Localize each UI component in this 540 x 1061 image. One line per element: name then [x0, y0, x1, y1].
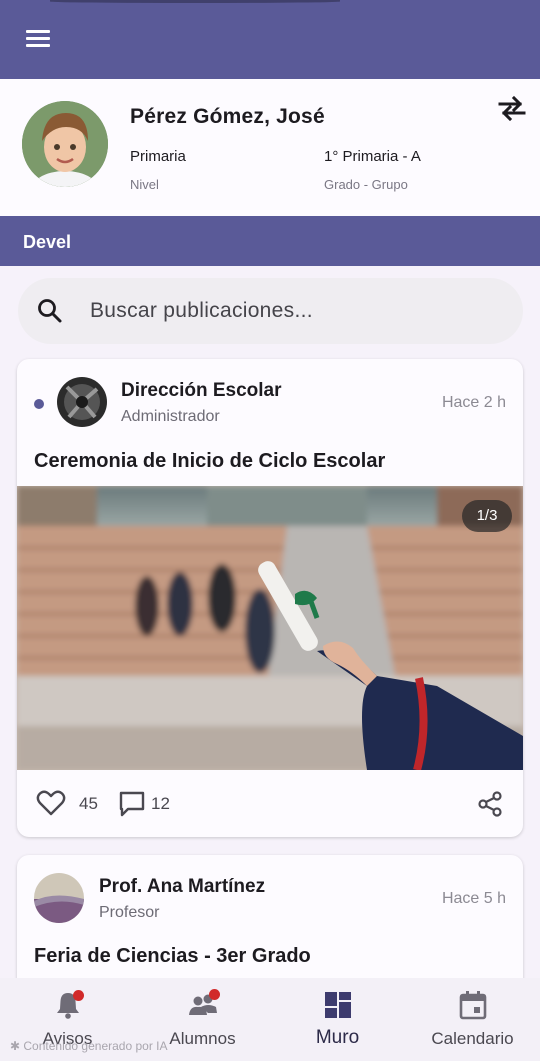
app-bar: [0, 0, 540, 79]
calendar-icon: [459, 991, 486, 1020]
comment-icon[interactable]: [118, 790, 146, 818]
share-icon[interactable]: [477, 791, 503, 817]
post-author: Dirección Escolar: [121, 380, 282, 401]
search-placeholder: Buscar publicaciones...: [90, 299, 313, 322]
like-count: 45: [79, 794, 98, 813]
image-counter: 1/3: [462, 500, 512, 532]
section-bar: Devel: [0, 216, 540, 266]
unread-indicator: [34, 399, 44, 409]
post-time: Hace 2 h: [441, 394, 506, 411]
dashboard-icon: [324, 992, 351, 1018]
author-avatar: [34, 873, 84, 923]
level-label: Nivel: [130, 177, 159, 192]
post-author-role: Administrador: [121, 408, 220, 425]
comment-count: 12: [151, 794, 170, 813]
search-input[interactable]: Buscar publicaciones...: [18, 278, 523, 344]
student-header: Pérez Gómez, José Primaria 1° Primaria -…: [0, 79, 540, 216]
post-author: Prof. Ana Martínez: [99, 876, 266, 897]
student-name: Pérez Gómez, José: [130, 105, 325, 128]
group-value: 1° Primaria - A: [324, 148, 421, 165]
like-icon[interactable]: [36, 789, 66, 817]
post-title: Feria de Ciencias - 3er Grado: [34, 945, 311, 967]
post-image[interactable]: 1/3: [17, 486, 523, 770]
status-decoration: [50, 0, 340, 3]
ai-generated-note: ✱ Contenido generado por IA: [10, 1039, 168, 1053]
nav-label: Muro: [315, 1027, 360, 1048]
section-label: Devel: [23, 232, 72, 252]
author-avatar: [57, 377, 107, 427]
nav-label: Calendario: [431, 1029, 514, 1048]
post-actions: 45 12: [17, 770, 523, 837]
group-label: Grado - Grupo: [324, 177, 408, 192]
student-avatar: [22, 101, 108, 187]
post-time: Hace 5 h: [441, 890, 506, 907]
post-card[interactable]: Dirección Escolar Administrador Hace 2 h…: [17, 359, 523, 837]
nav-item-calendario[interactable]: Calendario: [405, 978, 540, 1061]
ai-note-text: Contenido generado por IA: [23, 1039, 168, 1053]
notification-badge: [73, 990, 84, 1001]
post-title: Ceremonia de Inicio de Ciclo Escolar: [34, 450, 386, 472]
nav-item-muro[interactable]: Muro: [270, 978, 405, 1061]
notification-badge: [209, 989, 220, 1000]
search-icon: [38, 299, 62, 323]
post-author-role: Profesor: [99, 904, 160, 921]
level-value: Primaria: [130, 148, 186, 165]
menu-icon[interactable]: [23, 28, 53, 52]
swap-student-icon[interactable]: [496, 95, 528, 122]
